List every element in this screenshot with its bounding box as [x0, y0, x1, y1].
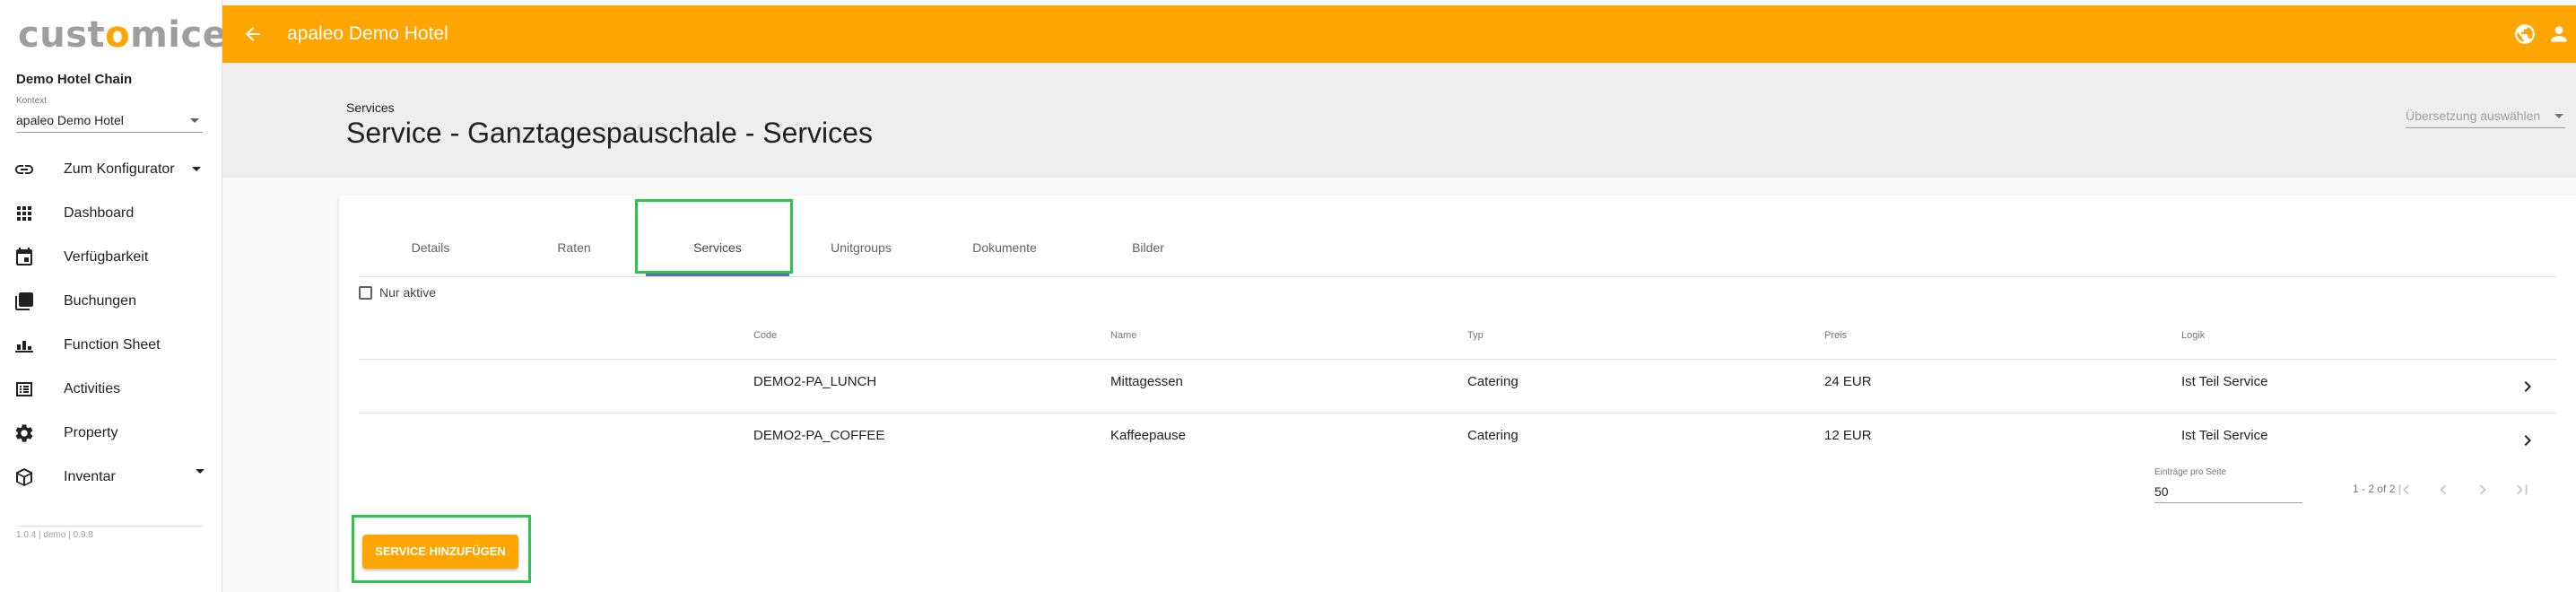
- column-header-preis: Preis: [1824, 330, 1848, 341]
- paginator: Einträge pro Seite 50 1 - 2 of 2: [359, 465, 2556, 515]
- globe-icon[interactable]: [2513, 22, 2537, 46]
- sidebar-item-function-sheet[interactable]: Function Sheet: [0, 323, 222, 367]
- items-per-page-select[interactable]: 50: [2154, 481, 2302, 503]
- logo-text-suffix: mice: [130, 14, 228, 56]
- column-header-logik: Logik: [2181, 330, 2206, 341]
- sidebar-item-label: Zum Konfigurator: [64, 161, 175, 177]
- next-page-icon[interactable]: [2470, 477, 2495, 502]
- sidebar-item-zum-konfigurator[interactable]: Zum Konfigurator: [0, 147, 222, 191]
- tab-details[interactable]: Details: [359, 219, 502, 276]
- chevron-right-icon[interactable]: [2517, 430, 2538, 451]
- list-icon: [13, 378, 36, 401]
- highlight-box-tab: [635, 199, 793, 274]
- cell-type: Catering: [1467, 374, 1519, 389]
- sidebar-item-label: Function Sheet: [64, 336, 161, 353]
- cell-code: DEMO2-PA_LUNCH: [753, 374, 877, 389]
- sidebar-nav: Zum Konfigurator Dashboard Verfügbarkeit…: [0, 147, 222, 499]
- cell-name: Kaffeepause: [1110, 428, 1186, 443]
- cell-type: Catering: [1467, 428, 1519, 443]
- only-active-filter[interactable]: Nur aktive: [359, 274, 436, 310]
- last-page-icon[interactable]: [2510, 477, 2535, 502]
- cell-logic: Ist Teil Service: [2181, 374, 2268, 389]
- page-header: Services Service - Ganztagespauschale - …: [222, 63, 2576, 178]
- calendar-icon: [13, 246, 36, 269]
- translation-select[interactable]: Übersetzung auswählen: [2406, 104, 2565, 128]
- tab-unitgroups[interactable]: Unitgroups: [789, 219, 933, 276]
- logo-text-dot: o: [105, 14, 131, 56]
- sidebar-item-label: Buchungen: [64, 292, 136, 309]
- table-row[interactable]: DEMO2-PA_COFFEE Kaffeepause Catering 12 …: [359, 413, 2556, 467]
- tab-dokumente[interactable]: Dokumente: [933, 219, 1076, 276]
- items-per-page-label: Einträge pro Seite: [2154, 467, 2227, 477]
- first-page-icon[interactable]: [2391, 477, 2416, 502]
- hotel-title: apaleo Demo Hotel: [287, 23, 448, 44]
- only-active-checkbox[interactable]: [359, 285, 372, 300]
- chevron-down-icon: [2554, 114, 2563, 118]
- bar-chart-icon: [13, 334, 36, 357]
- cell-price: 24 EUR: [1824, 374, 1872, 389]
- breadcrumb: Services: [346, 100, 395, 115]
- column-header-code: Code: [753, 330, 778, 341]
- sidebar-item-dashboard[interactable]: Dashboard: [0, 191, 222, 235]
- version-label: 1.0.4 | demo | 0.9.8: [16, 530, 93, 540]
- cell-name: Mittagessen: [1110, 374, 1183, 389]
- context-select-value: apaleo Demo Hotel: [16, 113, 124, 127]
- sidebar-item-verfuegbarkeit[interactable]: Verfügbarkeit: [0, 235, 222, 279]
- cell-price: 12 EUR: [1824, 428, 1872, 443]
- sidebar-item-property[interactable]: Property: [0, 411, 222, 455]
- arrow-back-icon[interactable]: [242, 23, 264, 45]
- logo-text-prefix: cust: [18, 14, 106, 56]
- previous-page-icon[interactable]: [2431, 477, 2456, 502]
- link-icon: [13, 158, 36, 181]
- translation-select-placeholder: Übersetzung auswählen: [2406, 109, 2541, 123]
- tab-raten[interactable]: Raten: [502, 219, 646, 276]
- cell-logic: Ist Teil Service: [2181, 428, 2268, 443]
- sidebar-item-label: Verfügbarkeit: [64, 248, 149, 265]
- context-select[interactable]: apaleo Demo Hotel: [16, 109, 203, 133]
- page-title: Service - Ganztagespauschale - Services: [346, 117, 873, 149]
- sidebar-divider: [16, 526, 203, 527]
- chevron-right-icon[interactable]: [2517, 376, 2538, 397]
- gear-icon: [13, 422, 36, 445]
- chevron-down-icon: [192, 167, 201, 171]
- top-bar: apaleo Demo Hotel: [222, 5, 2576, 63]
- page-range-label: 1 - 2 of 2: [2353, 483, 2396, 495]
- add-service-button[interactable]: SERVICE HINZUFÜGEN: [362, 535, 518, 569]
- chevron-down-icon: [190, 118, 199, 123]
- sidebar-item-inventar[interactable]: Inventar: [0, 455, 222, 499]
- sidebar-item-label: Activities: [64, 380, 121, 396]
- hotel-chain-name: Demo Hotel Chain: [16, 72, 133, 87]
- column-header-typ: Typ: [1467, 330, 1484, 341]
- services-card: Details Raten Services Unitgroups Dokume…: [339, 196, 2576, 592]
- cell-code: DEMO2-PA_COFFEE: [753, 428, 885, 443]
- tab-bilder[interactable]: Bilder: [1076, 219, 1220, 276]
- column-header-name: Name: [1110, 330, 1137, 341]
- cube-icon: [13, 466, 36, 489]
- sidebar-item-label: Inventar: [64, 468, 116, 484]
- chevron-down-icon: [196, 469, 205, 474]
- user-icon[interactable]: [2547, 22, 2571, 46]
- context-label: Kontext: [16, 96, 47, 106]
- sidebar-item-label: Property: [64, 424, 118, 440]
- grid-icon: [13, 202, 36, 225]
- only-active-label: Nur aktive: [379, 285, 437, 300]
- sidebar: customice Demo Hotel Chain Kontext apale…: [0, 0, 227, 592]
- app-logo[interactable]: customice: [18, 13, 227, 57]
- sidebar-item-label: Dashboard: [64, 205, 135, 221]
- sidebar-item-activities[interactable]: Activities: [0, 367, 222, 411]
- table-row[interactable]: DEMO2-PA_LUNCH Mittagessen Catering 24 E…: [359, 359, 2556, 414]
- stack-icon: [13, 290, 36, 313]
- sidebar-item-buchungen[interactable]: Buchungen: [0, 279, 222, 323]
